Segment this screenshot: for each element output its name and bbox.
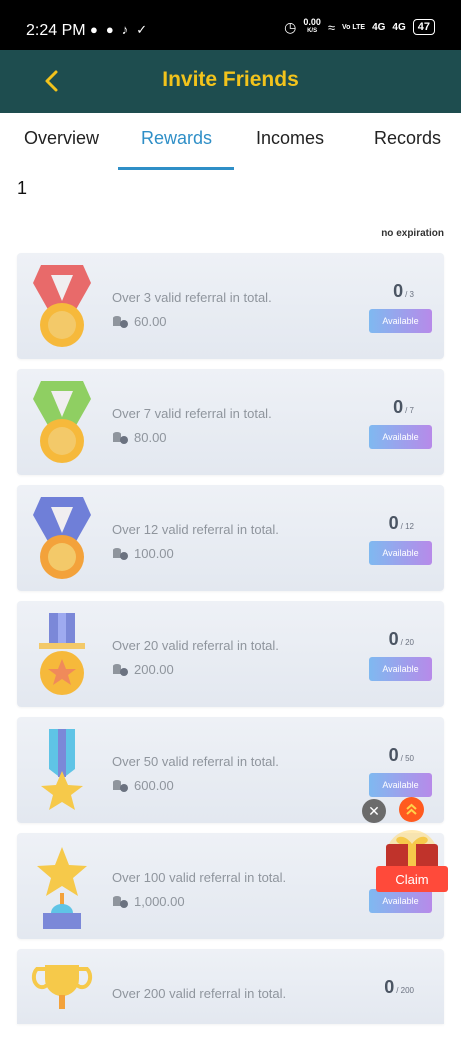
reward-desc: Over 100 valid referral in total. <box>112 870 287 885</box>
reward-progress: 0/ 50 <box>389 745 414 766</box>
status-time: 2:24 PM <box>26 22 86 39</box>
reward-progress: 0/ 3 <box>393 281 414 302</box>
reward-amount-row: 80.00 <box>112 430 167 445</box>
reward-amount-row: 1,000.00 <box>112 894 185 909</box>
progress-count: 0 <box>388 513 399 533</box>
net-speed-value: 0.00 <box>303 17 321 27</box>
reward-card-1: Over 3 valid referral in total. 60.00 0/… <box>17 253 444 359</box>
progress-count: 0 <box>384 977 395 997</box>
status-right: ◷ 0.00 K/S ≈ Vo LTE 4G 4G 47 <box>284 18 435 36</box>
progress-total: / 20 <box>400 638 414 647</box>
available-button[interactable]: Available <box>369 309 432 333</box>
star-ribbon-icon <box>41 729 83 810</box>
reward-card-7: Over 200 valid referral in total. 0/ 200 <box>17 949 444 1024</box>
reward-amount: 100.00 <box>134 546 174 561</box>
tab-overview[interactable]: Overview <box>24 128 99 149</box>
alarm-icon: ◷ <box>284 18 297 35</box>
status-bar: 2:24 PM ● ● ♪ ✓ ◷ 0.00 K/S ≈ Vo LTE 4G 4… <box>0 0 461 50</box>
blue-ribbon-medal-icon <box>33 497 91 579</box>
coins-icon <box>113 431 128 444</box>
chat-icon: ● <box>105 22 114 37</box>
active-tab-indicator <box>118 167 234 170</box>
signal-4g-1: 4G <box>372 21 386 33</box>
reward-amount: 80.00 <box>134 430 167 445</box>
net-speed-unit: K/S <box>307 28 318 34</box>
snapchat-icon: ● <box>90 22 98 37</box>
star-trophy-icon <box>37 847 87 929</box>
available-button[interactable]: Available <box>369 657 432 681</box>
reward-progress: 0/ 200 <box>384 977 414 998</box>
reward-card-3: Over 12 valid referral in total. 100.00 … <box>17 485 444 591</box>
progress-total: / 12 <box>400 522 414 531</box>
expiry-note: no expiration <box>381 228 444 239</box>
app-header: Invite Friends <box>0 50 461 113</box>
progress-total: / 50 <box>400 754 414 763</box>
notification-icons: ● ● ♪ ✓ <box>90 22 147 38</box>
progress-count: 0 <box>388 629 399 649</box>
page-title: Invite Friends <box>162 68 299 91</box>
claim-button[interactable]: Claim <box>376 866 448 892</box>
progress-count: 0 <box>388 745 399 765</box>
scroll-top-button[interactable] <box>399 797 424 822</box>
close-float-button[interactable]: ✕ <box>362 799 386 823</box>
reward-desc: Over 200 valid referral in total. <box>112 986 287 1001</box>
reward-progress: 0/ 7 <box>393 397 414 418</box>
reward-card-4: Over 20 valid referral in total. 200.00 … <box>17 601 444 707</box>
green-ribbon-medal-icon <box>33 381 91 463</box>
double-chevron-up-icon <box>406 803 417 815</box>
progress-total: / 200 <box>396 986 414 995</box>
reward-desc: Over 50 valid referral in total. <box>112 754 279 769</box>
progress-total: / 3 <box>405 290 414 299</box>
star-medal-icon <box>39 613 85 695</box>
reward-progress: 0/ 12 <box>389 513 414 534</box>
reward-amount-row: 60.00 <box>112 314 167 329</box>
tiktok-icon: ♪ <box>121 22 129 37</box>
red-ribbon-medal-icon <box>33 265 91 347</box>
battery-indicator: 47 <box>412 19 435 35</box>
tab-rewards[interactable]: Rewards <box>141 128 212 149</box>
coins-icon <box>113 663 128 676</box>
available-button[interactable]: Available <box>369 541 432 565</box>
reward-amount: 1,000.00 <box>134 894 185 909</box>
close-icon: ✕ <box>368 802 380 819</box>
reward-amount: 600.00 <box>134 778 174 793</box>
gold-cup-icon <box>31 965 93 1009</box>
reward-desc: Over 3 valid referral in total. <box>112 290 272 305</box>
coins-icon <box>113 547 128 560</box>
reward-desc: Over 7 valid referral in total. <box>112 406 272 421</box>
tab-records[interactable]: Records <box>374 128 441 149</box>
page-index: 1 <box>17 178 28 198</box>
volte-label: Vo LTE <box>341 23 366 31</box>
available-button[interactable]: Available <box>369 425 432 449</box>
tab-bar: Overview Rewards Incomes Records <box>0 113 461 171</box>
reward-card-2: Over 7 valid referral in total. 80.00 0/… <box>17 369 444 475</box>
tab-incomes[interactable]: Incomes <box>256 128 324 149</box>
reward-amount-row: 600.00 <box>112 778 174 793</box>
progress-count: 0 <box>393 397 404 417</box>
coins-icon <box>113 315 128 328</box>
reward-amount-row: 100.00 <box>112 546 174 561</box>
reward-progress: 0/ 20 <box>389 629 414 650</box>
signal-4g-2: 4G <box>392 21 406 33</box>
available-button[interactable]: Available <box>369 773 432 797</box>
progress-total: / 7 <box>405 406 414 415</box>
reward-amount: 60.00 <box>134 314 167 329</box>
wifi-icon: ≈ <box>327 19 335 35</box>
coins-icon <box>113 895 128 908</box>
download-done-icon: ✓ <box>136 22 148 37</box>
progress-count: 0 <box>393 281 404 301</box>
reward-desc: Over 20 valid referral in total. <box>112 638 279 653</box>
reward-amount: 200.00 <box>134 662 174 677</box>
coins-icon <box>113 779 128 792</box>
reward-amount-row: 200.00 <box>112 662 174 677</box>
net-speed: 0.00 K/S <box>303 18 321 36</box>
reward-desc: Over 12 valid referral in total. <box>112 522 279 537</box>
